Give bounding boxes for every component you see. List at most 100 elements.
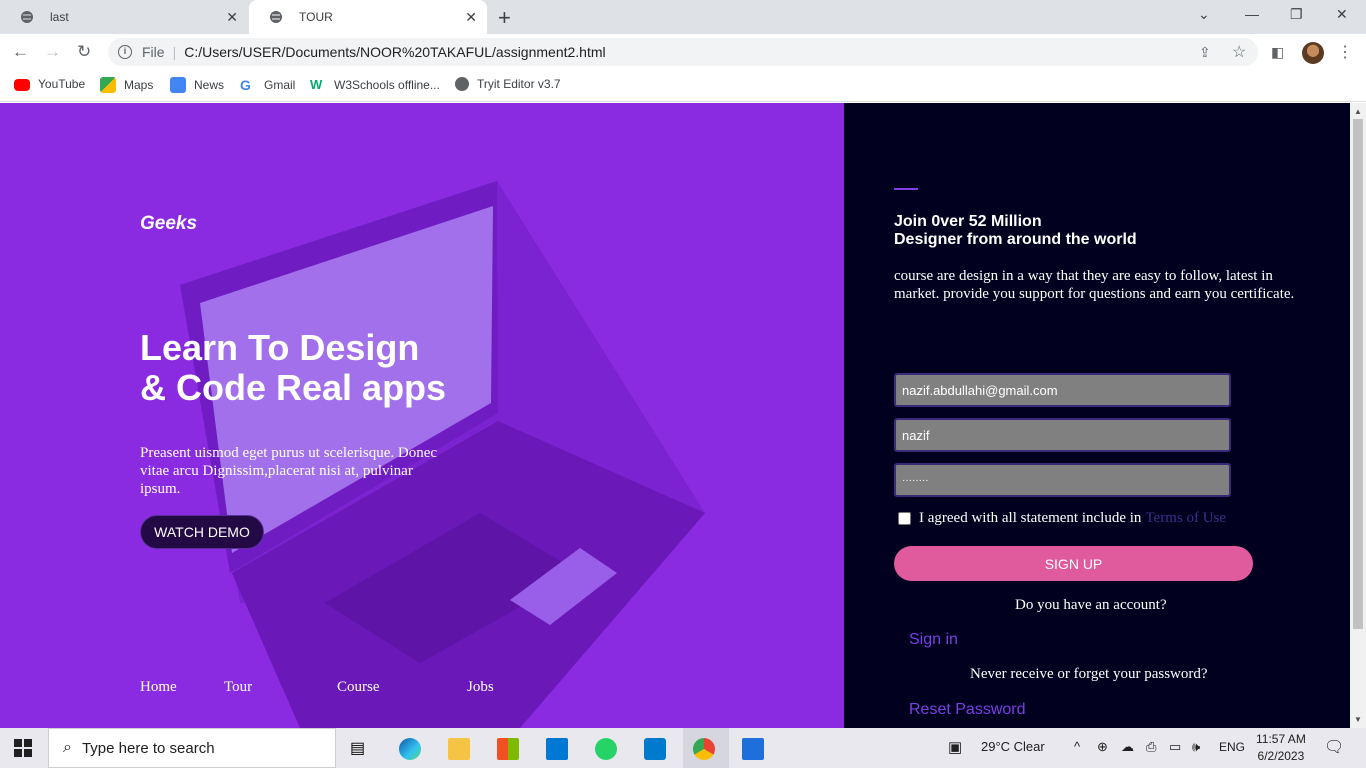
address-bar: ← → ↻ i File | C:/Users/USER/Documents/N… (0, 34, 1366, 70)
weather-icon[interactable]: ▣ (948, 738, 962, 756)
reset-password-link[interactable]: Reset Password (909, 701, 1026, 719)
forward-arrow-icon[interactable]: → (44, 42, 61, 62)
bookmark-label: News (194, 78, 225, 92)
back-arrow-icon[interactable]: ← (12, 42, 29, 62)
bookmark-maps[interactable]: Maps (100, 77, 153, 93)
weather-text[interactable]: 29°C Clear (981, 739, 1045, 754)
bookmark-tryit[interactable]: Tryit Editor v3.7 (455, 77, 561, 91)
account-question: Do you have an account? (1015, 597, 1167, 613)
bookmark-gmail[interactable]: G Gmail (240, 77, 295, 93)
windows-start-icon[interactable] (14, 739, 32, 757)
bookmark-label: YouTube (38, 77, 86, 91)
windows-taskbar: ⌕ Type here to search ▤ ▣ 29°C Clear ^ ⊕… (0, 728, 1366, 768)
file-explorer-icon[interactable] (448, 738, 470, 760)
window-close-icon[interactable]: ✕ (1336, 6, 1348, 23)
hero-lead-text: Preasent uismod eget purus ut scelerisqu… (140, 445, 438, 497)
network-icon[interactable]: ⊕ (1097, 739, 1108, 755)
hero-panel: Geeks Learn To Design & Code Real apps P… (0, 103, 844, 728)
nav-jobs[interactable]: Jobs (467, 679, 494, 696)
scrollbar-thumb[interactable] (1353, 119, 1363, 629)
agree-checkbox[interactable] (898, 512, 911, 525)
signup-title-line-2: Designer from around the world (894, 231, 1137, 248)
tab-strip: last ✕ TOUR ✕ + ⌄ — ❐ ✕ (0, 0, 1366, 34)
youtube-icon (14, 79, 30, 91)
mail-icon[interactable] (546, 738, 568, 760)
headline-line-1: Learn To Design (140, 327, 420, 368)
google-icon: G (240, 77, 251, 93)
menu-icon[interactable]: ⋮ (1337, 42, 1353, 62)
email-field[interactable]: nazif.abdullahi@gmail.com (894, 373, 1231, 407)
minimize-icon[interactable]: — (1245, 6, 1259, 22)
w3schools-icon: W (310, 77, 323, 92)
scroll-up-icon[interactable]: ▲ (1354, 107, 1362, 116)
bookmarks-bar: YouTube Maps News G Gmail W W3Schools of… (0, 70, 1366, 102)
whatsapp-icon[interactable] (595, 738, 617, 760)
password-field[interactable]: ········ (894, 463, 1231, 497)
store-icon[interactable] (497, 738, 519, 760)
bookmark-label: W3Schools offline... (334, 78, 440, 92)
chrome-icon[interactable] (693, 738, 715, 760)
bookmark-news[interactable]: News (170, 77, 224, 93)
bookmark-label: Gmail (264, 78, 296, 92)
scroll-down-icon[interactable]: ▼ (1354, 715, 1362, 724)
nav-tour[interactable]: Tour (224, 679, 252, 696)
restore-icon[interactable]: ❐ (1290, 6, 1303, 23)
volume-icon[interactable]: 🕪 (1192, 739, 1200, 755)
chevron-up-icon[interactable]: ^ (1074, 739, 1080, 754)
tab-tour[interactable]: TOUR ✕ (249, 0, 487, 34)
side-panel-icon[interactable]: ◧ (1271, 44, 1284, 61)
scheme-label: File (142, 44, 165, 60)
page-content: Geeks Learn To Design & Code Real apps P… (0, 103, 1350, 728)
photos-icon[interactable] (742, 738, 764, 760)
accent-divider (894, 188, 918, 190)
cloud-icon[interactable]: ☁ (1121, 739, 1134, 755)
task-view-icon[interactable]: ▤ (350, 738, 372, 760)
share-icon[interactable]: ⇪ (1199, 44, 1211, 61)
name-field[interactable]: nazif (894, 418, 1231, 452)
sign-up-button[interactable]: SIGN UP (894, 546, 1253, 581)
clock-date: 6/2/2023 (1257, 749, 1305, 763)
bookmark-label: Maps (124, 78, 154, 92)
edge-icon[interactable] (399, 738, 421, 760)
avatar[interactable] (1302, 42, 1324, 64)
star-icon[interactable]: ☆ (1232, 42, 1246, 62)
nav-course[interactable]: Course (337, 679, 380, 696)
url-field[interactable]: i File | C:/Users/USER/Documents/NOOR%20… (108, 38, 1258, 66)
search-icon: ⌕ (63, 739, 72, 756)
search-placeholder: Type here to search (81, 739, 215, 757)
nav-home[interactable]: Home (140, 679, 177, 696)
bookmark-w3schools[interactable]: W W3Schools offline... (310, 77, 440, 93)
tab-last[interactable]: last ✕ (0, 0, 248, 34)
close-icon[interactable]: ✕ (465, 9, 477, 26)
system-clock[interactable]: 11:57 AM 6/2/2023 (1256, 731, 1306, 765)
watch-demo-button[interactable]: WATCH DEMO (140, 515, 264, 549)
new-tab-button[interactable]: + (498, 5, 511, 31)
signup-panel: Join 0ver 52 Million Designer from aroun… (844, 103, 1350, 728)
close-icon[interactable]: ✕ (226, 9, 238, 26)
laptop-illustration (180, 181, 705, 728)
url-text: C:/Users/USER/Documents/NOOR%20TAKAFUL/a… (184, 44, 606, 60)
reload-icon[interactable]: ↻ (77, 42, 91, 62)
chevron-down-icon[interactable]: ⌄ (1198, 6, 1210, 23)
notifications-icon[interactable]: 🗨 (1324, 737, 1344, 757)
page-scrollbar[interactable]: ▲ ▼ (1350, 103, 1366, 728)
language-indicator[interactable]: ENG (1219, 740, 1245, 754)
battery-icon[interactable]: ▭ (1169, 739, 1181, 755)
terms-link[interactable]: Terms of Use (1145, 510, 1226, 527)
globe-icon (21, 11, 33, 23)
terms-agreement: I agreed with all statement include in T… (898, 510, 1226, 527)
clock-time: 11:57 AM (1256, 732, 1306, 746)
url-divider: | (172, 44, 177, 60)
brand-logo[interactable]: Geeks (140, 213, 197, 235)
globe-icon (270, 11, 282, 23)
info-icon[interactable]: i (118, 45, 132, 59)
meet-icon[interactable]: ⎙ (1146, 739, 1156, 755)
globe-icon (455, 77, 469, 91)
sign-in-link[interactable]: Sign in (909, 631, 958, 649)
bookmark-youtube[interactable]: YouTube (14, 77, 85, 91)
forgot-question: Never receive or forget your password? (970, 666, 1208, 682)
tab-title: TOUR (299, 10, 333, 24)
vscode-icon[interactable] (644, 738, 666, 760)
signup-title-line-1: Join 0ver 52 Million (894, 213, 1042, 230)
taskbar-search[interactable]: ⌕ Type here to search (48, 728, 336, 768)
